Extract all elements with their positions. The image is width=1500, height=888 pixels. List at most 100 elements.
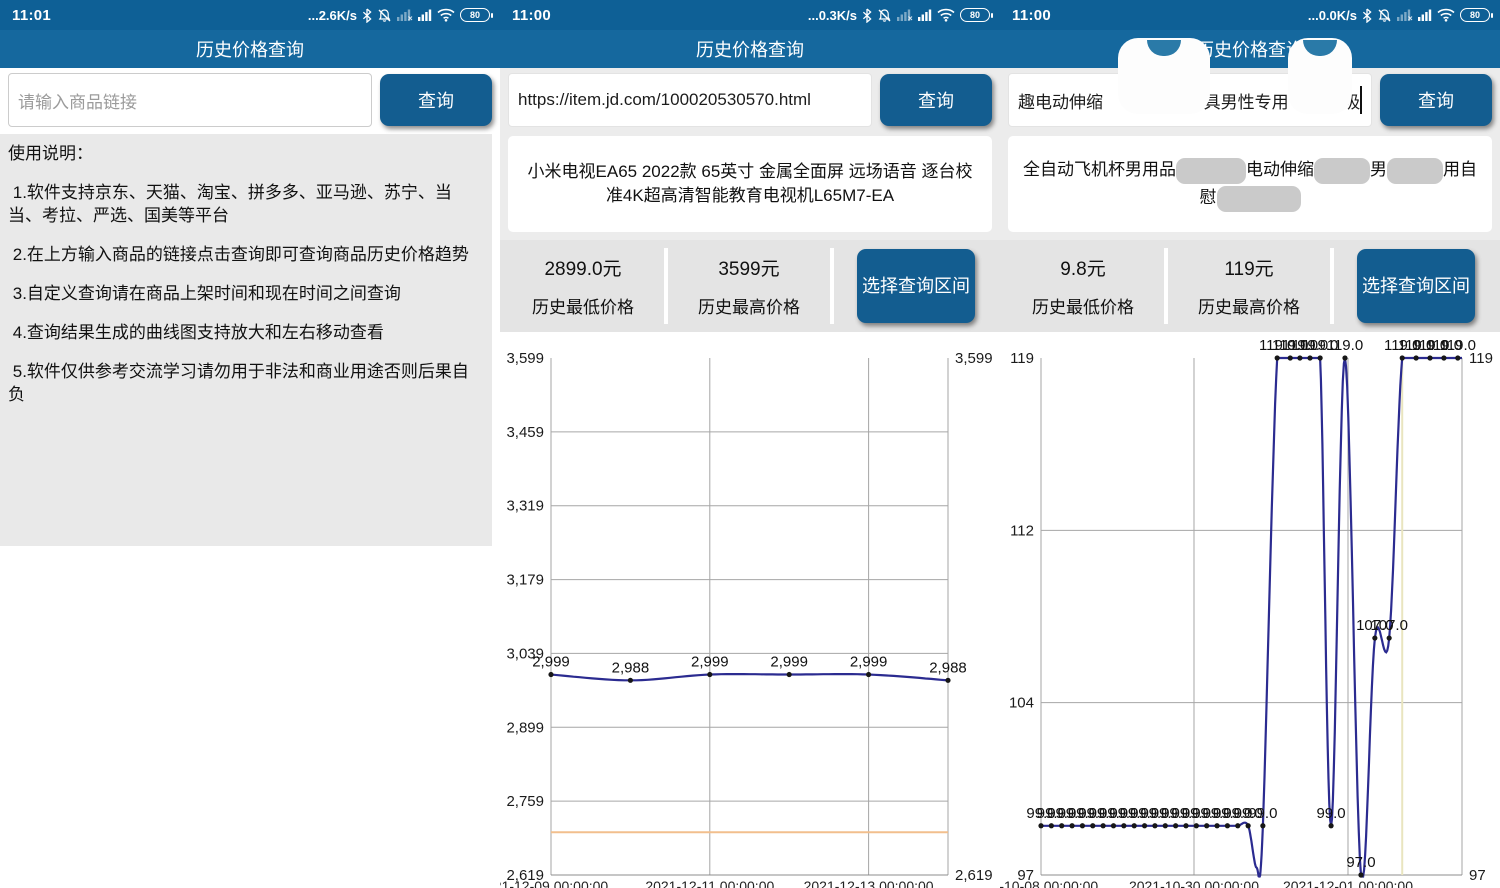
svg-text:97: 97 — [1469, 867, 1486, 884]
lowest-price-value: 9.8元 — [1060, 254, 1105, 281]
svg-text:2,999: 2,999 — [532, 654, 570, 671]
highest-price-cell: 119元 历史最高价格 — [1166, 240, 1332, 332]
price-stats-band: 2899.0元 历史最低价格 3599元 历史最高价格 选择查询区间 — [500, 240, 1000, 332]
svg-text:2,619: 2,619 — [955, 867, 993, 884]
svg-text:2021-12-13 00:00:00: 2021-12-13 00:00:00 — [804, 878, 934, 888]
signal-sim2-icon — [918, 8, 932, 22]
wifi-icon — [1437, 8, 1455, 22]
svg-text:2,988: 2,988 — [929, 659, 967, 676]
highest-price-label: 历史最高价格 — [698, 293, 800, 318]
page-title: 历史价格查询 — [696, 36, 804, 62]
search-row: 趣电动伸缩 器玩具男性专用 夹吸 查询 — [1000, 68, 1500, 132]
svg-text:2021-10-30 00:00:00: 2021-10-30 00:00:00 — [1129, 878, 1259, 888]
bluetooth-icon — [362, 8, 372, 23]
svg-text:107.0: 107.0 — [1370, 617, 1408, 634]
app-title-bar: 历史价格查询 — [0, 30, 500, 68]
mute-bell-icon — [1377, 8, 1392, 23]
lowest-price-value: 2899.0元 — [544, 254, 621, 281]
status-bar: 11:01 ...2.6K/s 80 — [0, 0, 500, 30]
svg-text:21-12-09 00:00:00: 21-12-09 00:00:00 — [500, 878, 608, 888]
status-icons: ...0.0K/s 80 — [1308, 8, 1490, 23]
censor-blur — [1118, 38, 1210, 114]
svg-text:97.0: 97.0 — [1346, 854, 1375, 871]
price-stats-band: 9.8元 历史最低价格 119元 历史最高价格 选择查询区间 — [1000, 240, 1500, 332]
search-row: 请输入商品链接 查询 — [0, 68, 500, 132]
svg-text:21-10-08 00:00:00: 21-10-08 00:00:00 — [1000, 878, 1098, 888]
product-section: 小米电视EA65 2022款 65英寸 金属全面屏 远场语音 逐台校准4K超高清… — [500, 132, 1000, 240]
svg-text:2,999: 2,999 — [850, 654, 888, 671]
chart-section: 119119112104979721-10-08 00:00:002021-10… — [1000, 332, 1500, 888]
svg-text:104: 104 — [1009, 695, 1034, 712]
censor-blur — [1217, 186, 1301, 212]
instruction-item: 5.软件仅供参考交流学习请勿用于非法和商业用途否则后果自负 — [8, 360, 484, 406]
svg-text:99.0: 99.0 — [1248, 805, 1277, 822]
svg-text:119.0: 119.0 — [1327, 337, 1363, 354]
battery-indicator: 80 — [1460, 8, 1490, 22]
chart-section: 3,5993,5993,4593,3193,1793,0392,8992,759… — [500, 332, 1000, 888]
network-speed-label: ...0.3K/s — [808, 8, 857, 23]
instruction-item: 4.查询结果生成的曲线图支持放大和左右移动查看 — [8, 321, 484, 344]
range-cell: 选择查询区间 — [832, 249, 1000, 323]
input-value-part: 趣电动伸缩 — [1018, 88, 1103, 113]
range-cell: 选择查询区间 — [1332, 249, 1500, 323]
query-button[interactable]: 查询 — [380, 74, 492, 126]
panel-right: 11:00 ...0.0K/s 80 历史价格查询 趣电动伸缩 器玩具男性专用 … — [1000, 0, 1500, 888]
censor-blur — [1147, 40, 1181, 56]
query-button[interactable]: 查询 — [880, 74, 992, 126]
svg-text:2,899: 2,899 — [506, 719, 544, 736]
input-value: https://item.jd.com/100020530570.html — [518, 90, 811, 110]
product-link-input[interactable]: 请输入商品链接 — [8, 73, 372, 127]
highest-price-value: 119元 — [1224, 254, 1273, 281]
svg-text:3,599: 3,599 — [506, 350, 544, 367]
product-title: 小米电视EA65 2022款 65英寸 金属全面屏 远场语音 逐台校准4K超高清… — [520, 160, 980, 208]
lowest-price-cell: 9.8元 历史最低价格 — [1000, 240, 1166, 332]
censor-blur — [1176, 158, 1246, 184]
instruction-item: 1.软件支持京东、天猫、淘宝、拼多多、亚马逊、苏宁、当当、考拉、严选、国美等平台 — [8, 181, 484, 227]
search-row: https://item.jd.com/100020530570.html 查询 — [500, 68, 1000, 132]
status-bar: 11:00 ...0.0K/s 80 — [1000, 0, 1500, 30]
wifi-icon — [437, 8, 455, 22]
select-range-button[interactable]: 选择查询区间 — [857, 249, 975, 323]
panel-left: 11:01 ...2.6K/s 80 历史价格查询 请输入商品链接 查询 使用说… — [0, 0, 500, 888]
input-placeholder: 请输入商品链接 — [18, 88, 137, 113]
mute-bell-icon — [877, 8, 892, 23]
status-bar: 11:00 ...0.3K/s 80 — [500, 0, 1000, 30]
product-section: 全自动飞机杯男用品电动伸缩男用自 慰 — [1000, 132, 1500, 240]
stitched-screenshots: 11:01 ...2.6K/s 80 历史价格查询 请输入商品链接 查询 使用说… — [0, 0, 1500, 888]
highest-price-cell: 3599元 历史最高价格 — [666, 240, 832, 332]
battery-indicator: 80 — [960, 8, 990, 22]
wifi-icon — [937, 8, 955, 22]
svg-text:3,459: 3,459 — [506, 424, 544, 441]
instruction-item: 3.自定义查询请在商品上架时间和现在时间之间查询 — [8, 282, 484, 305]
select-range-button[interactable]: 选择查询区间 — [1357, 249, 1475, 323]
svg-text:2021-12-01 00:00:00: 2021-12-01 00:00:00 — [1283, 878, 1413, 888]
svg-text:2,759: 2,759 — [506, 793, 544, 810]
product-card: 小米电视EA65 2022款 65英寸 金属全面屏 远场语音 逐台校准4K超高清… — [508, 136, 992, 232]
product-card: 全自动飞机杯男用品电动伸缩男用自 慰 — [1008, 136, 1492, 232]
price-history-chart[interactable]: 119119112104979721-10-08 00:00:002021-10… — [1000, 332, 1500, 888]
status-icons: ...2.6K/s 80 — [308, 8, 490, 23]
product-link-input[interactable]: https://item.jd.com/100020530570.html — [508, 73, 872, 127]
signal-sim1-icon — [897, 8, 913, 22]
clock-label: 11:00 — [1012, 7, 1051, 24]
highest-price-label: 历史最高价格 — [1198, 293, 1300, 318]
svg-text:2,999: 2,999 — [691, 654, 729, 671]
status-icons: ...0.3K/s 80 — [808, 8, 990, 23]
highest-price-value: 3599元 — [718, 254, 779, 281]
page-title: 历史价格查询 — [196, 36, 304, 62]
svg-text:2021-12-11 00:00:00: 2021-12-11 00:00:00 — [645, 878, 774, 888]
censor-blur — [1387, 158, 1443, 184]
price-history-chart[interactable]: 3,5993,5993,4593,3193,1793,0392,8992,759… — [500, 332, 1000, 888]
instructions-heading: 使用说明： — [8, 142, 484, 165]
lowest-price-label: 历史最低价格 — [1032, 293, 1134, 318]
signal-sim1-icon — [1397, 8, 1413, 22]
battery-indicator: 80 — [460, 8, 490, 22]
query-button[interactable]: 查询 — [1380, 74, 1492, 126]
text-caret — [1360, 86, 1362, 114]
censor-blur — [1314, 158, 1370, 184]
svg-text:112: 112 — [1010, 522, 1034, 539]
signal-sim2-icon — [1418, 8, 1432, 22]
signal-sim2-icon — [418, 8, 432, 22]
app-title-bar: 历史价格查询 — [1000, 30, 1500, 68]
panel-middle: 11:00 ...0.3K/s 80 历史价格查询 https://item.j… — [500, 0, 1000, 888]
